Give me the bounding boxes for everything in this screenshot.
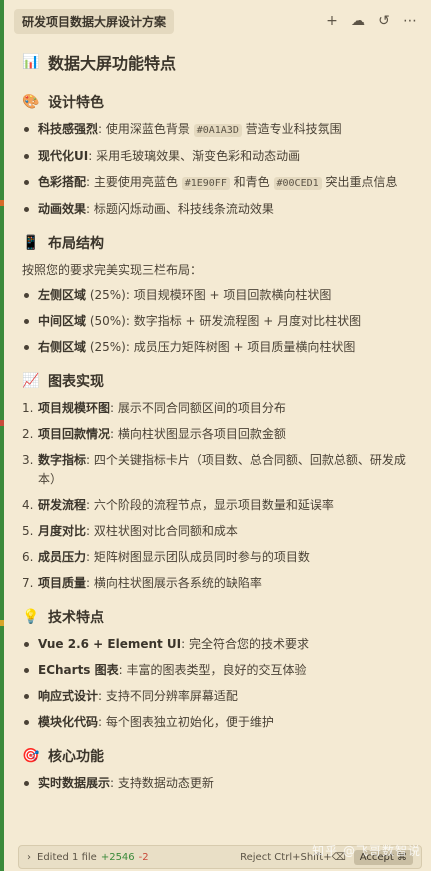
list-item: 模块化代码: 每个图表独立初始化，便于维护 [22, 713, 417, 732]
chart-increasing-icon: 📈 [22, 373, 40, 389]
list-item: 5. 月度对比: 双柱状图对比合同额和成本 [22, 524, 238, 538]
list-item: 响应式设计: 支持不同分辨率屏幕适配 [22, 687, 417, 706]
list-item: Vue 2.6 + Element UI: 完全符合您的技术要求 [22, 635, 417, 654]
cloud-icon[interactable]: ☁ [351, 13, 365, 29]
left-status-strip [0, 0, 4, 871]
watermark: 知乎 @飞哥数智说 [312, 844, 421, 858]
section-title: 📱 布局结构 [22, 235, 104, 252]
section-core: 🎯 核心功能 实时数据展示: 支持数据动态更新 [22, 746, 417, 793]
phone-icon: 📱 [22, 235, 40, 251]
list-item: 中间区域 (50%): 数字指标 + 研发流程图 + 月度对比柱状图 [22, 312, 417, 331]
section-design: 🎨 设计特色 科技感强烈: 使用深蓝色背景 #0A1A3D 营造专业科技氛围 现… [22, 92, 417, 219]
top-bar: 研发项目数据大屏设计方案 + ☁ ↺ ⋯ [0, 0, 431, 42]
document-content: 📊 数据大屏功能特点 🎨 设计特色 科技感强烈: 使用深蓝色背景 #0A1A3D… [22, 50, 417, 807]
lines-added: +2546 [100, 851, 135, 863]
section-title: 💡 技术特点 [22, 609, 104, 626]
list-item: 3. 数字指标: 四个关键指标卡片（项目数、总合同额、回款总额、研发成本） [22, 453, 406, 486]
list-item: 2. 项目回款情况: 横向柱状图显示各项目回款金额 [22, 427, 286, 441]
section-layout: 📱 布局结构 按照您的要求完美实现三栏布局： 左侧区域 (25%): 项目规模环… [22, 233, 417, 357]
top-icons: + ☁ ↺ ⋯ [325, 13, 417, 29]
section-title: 🎨 设计特色 [22, 94, 104, 111]
list-item: 左侧区域 (25%): 项目规模环图 + 项目回款横向柱状图 [22, 286, 417, 305]
bar-chart-icon: 📊 [22, 54, 40, 70]
tab-title[interactable]: 研发项目数据大屏设计方案 [14, 8, 175, 34]
list-item: 科技感强烈: 使用深蓝色背景 #0A1A3D 营造专业科技氛围 [22, 120, 417, 140]
section-charts: 📈 图表实现 1. 项目规模环图: 展示不同合同额区间的项目分布 2. 项目回款情况… [22, 371, 417, 593]
layout-intro: 按照您的要求完美实现三栏布局： [22, 263, 203, 277]
list-item: 现代化UI: 采用毛玻璃效果、渐变色彩和动态动画 [22, 147, 417, 166]
list-item: 色彩搭配: 主要使用亮蓝色 #1E90FF 和青色 #00CED1 突出重点信息 [22, 173, 417, 193]
light-bulb-icon: 💡 [22, 609, 40, 625]
list-item: 1. 项目规模环图: 展示不同合同额区间的项目分布 [22, 401, 286, 415]
section-title: 📈 图表实现 [22, 373, 104, 390]
design-list: 科技感强烈: 使用深蓝色背景 #0A1A3D 营造专业科技氛围 现代化UI: 采… [22, 120, 417, 219]
list-item: 4. 研发流程: 六个阶段的流程节点，显示项目数量和延误率 [22, 498, 334, 512]
list-item: 动画效果: 标题闪烁动画、科技线条流动效果 [22, 200, 417, 219]
section-tech: 💡 技术特点 Vue 2.6 + Element UI: 完全符合您的技术要求 … [22, 607, 417, 732]
charts-list: 1. 项目规模环图: 展示不同合同额区间的项目分布 2. 项目回款情况: 横向柱状图… [22, 399, 417, 593]
more-icon[interactable]: ⋯ [403, 13, 417, 29]
edited-files-label[interactable]: Edited 1 file [37, 852, 97, 863]
doc-title: 📊 数据大屏功能特点 [22, 54, 177, 73]
target-icon: 🎯 [22, 748, 40, 764]
section-title: 🎯 核心功能 [22, 748, 104, 765]
layout-list: 左侧区域 (25%): 项目规模环图 + 项目回款横向柱状图 中间区域 (50%… [22, 286, 417, 357]
list-item: 右侧区域 (25%): 成员压力矩阵树图 + 项目质量横向柱状图 [22, 338, 417, 357]
core-list: 实时数据展示: 支持数据动态更新 [22, 774, 417, 793]
list-item: 6. 成员压力: 矩阵树图显示团队成员同时参与的项目数 [22, 550, 310, 564]
chevron-right-icon[interactable]: › [27, 852, 31, 863]
palette-icon: 🎨 [22, 94, 40, 110]
plus-icon[interactable]: + [325, 13, 339, 29]
list-item: 实时数据展示: 支持数据动态更新 [22, 774, 417, 793]
list-item: 7. 项目质量: 横向柱状图展示各系统的缺陷率 [22, 576, 262, 590]
tech-list: Vue 2.6 + Element UI: 完全符合您的技术要求 ECharts… [22, 635, 417, 732]
list-item: ECharts 图表: 丰富的图表类型，良好的交互体验 [22, 661, 417, 680]
history-icon[interactable]: ↺ [377, 13, 391, 29]
lines-removed: -2 [138, 851, 149, 863]
